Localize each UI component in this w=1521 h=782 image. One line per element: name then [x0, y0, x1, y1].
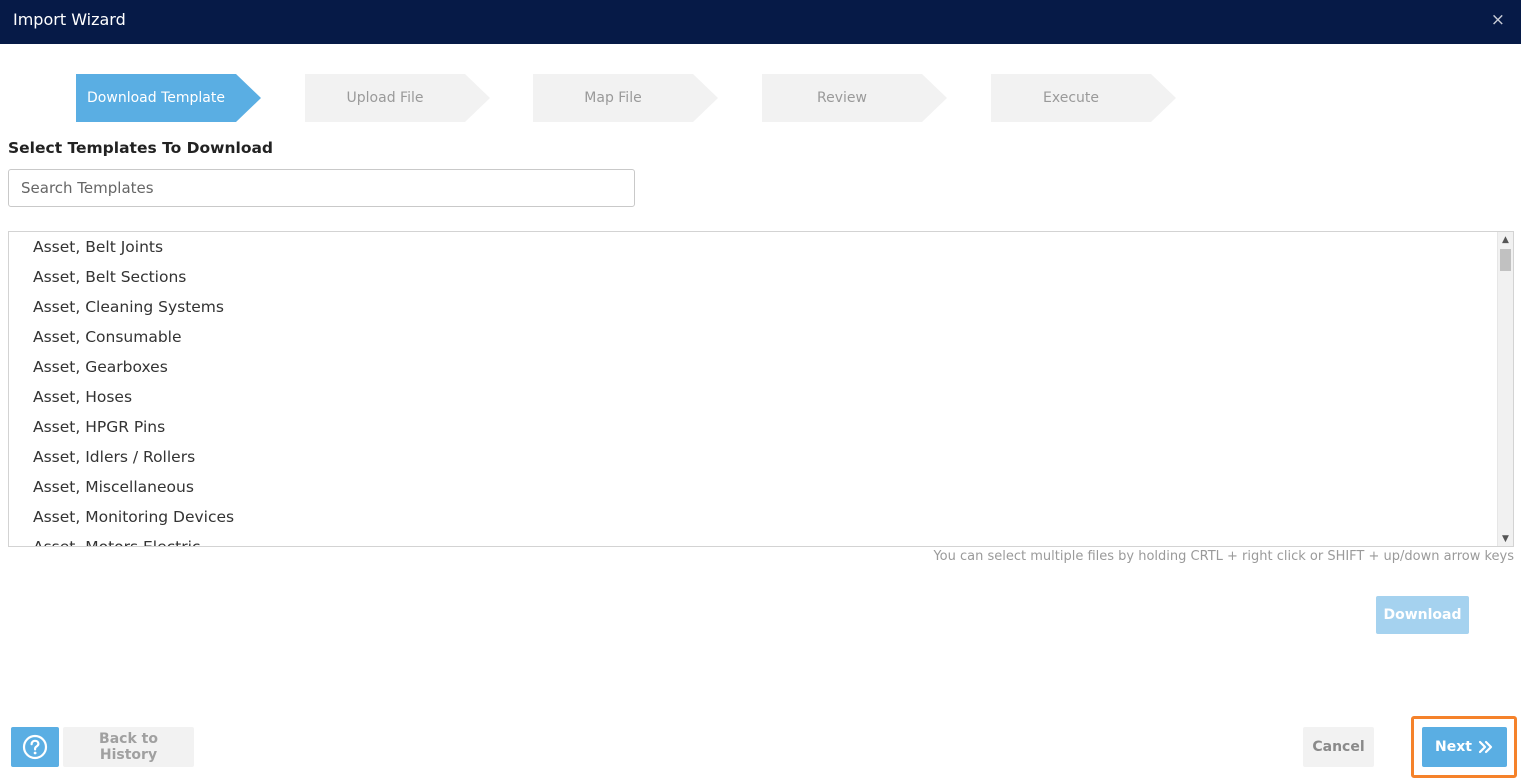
cancel-button[interactable]: Cancel — [1303, 727, 1374, 767]
list-item[interactable]: Asset, Consumable — [9, 322, 1497, 352]
help-button[interactable] — [11, 727, 59, 767]
list-item[interactable]: Asset, Belt Sections — [9, 262, 1497, 292]
window-title: Import Wizard — [13, 10, 126, 29]
wizard-steps: Download Template Upload File Map File R… — [0, 74, 1521, 122]
list-item[interactable]: Asset, Motors Electric — [9, 532, 1497, 546]
question-circle-icon — [22, 734, 48, 760]
double-chevron-right-icon — [1478, 740, 1493, 754]
step-download-template: Download Template — [76, 74, 261, 122]
list-item[interactable]: Asset, Gearboxes — [9, 352, 1497, 382]
section-title: Select Templates To Download — [8, 139, 274, 157]
next-button-label: Next — [1435, 739, 1472, 755]
list-item[interactable]: Asset, Idlers / Rollers — [9, 442, 1497, 472]
list-item[interactable]: Asset, Miscellaneous — [9, 472, 1497, 502]
list-item[interactable]: Asset, HPGR Pins — [9, 412, 1497, 442]
list-item[interactable]: Asset, Belt Joints — [9, 232, 1497, 262]
close-icon[interactable]: × — [1491, 10, 1505, 30]
template-listbox[interactable]: Asset, Belt Joints Asset, Belt Sections … — [8, 231, 1514, 547]
template-list: Asset, Belt Joints Asset, Belt Sections … — [9, 232, 1497, 546]
scroll-thumb[interactable] — [1500, 249, 1511, 271]
step-execute: Execute — [991, 74, 1176, 122]
scroll-up-arrow-icon[interactable]: ▲ — [1498, 232, 1513, 247]
list-item[interactable]: Asset, Hoses — [9, 382, 1497, 412]
next-button[interactable]: Next — [1422, 727, 1507, 767]
step-upload-file: Upload File — [305, 74, 490, 122]
step-map-file: Map File — [533, 74, 718, 122]
scroll-down-arrow-icon[interactable]: ▼ — [1498, 531, 1513, 546]
list-item[interactable]: Asset, Cleaning Systems — [9, 292, 1497, 322]
list-item[interactable]: Asset, Monitoring Devices — [9, 502, 1497, 532]
back-to-history-button[interactable]: Back to History — [63, 727, 194, 767]
search-templates-input[interactable] — [8, 169, 635, 207]
download-button[interactable]: Download — [1376, 596, 1469, 634]
list-scrollbar[interactable]: ▲ ▼ — [1497, 232, 1513, 546]
multi-select-hint: You can select multiple files by holding… — [933, 549, 1514, 564]
title-bar: Import Wizard × — [0, 0, 1521, 44]
step-review: Review — [762, 74, 947, 122]
